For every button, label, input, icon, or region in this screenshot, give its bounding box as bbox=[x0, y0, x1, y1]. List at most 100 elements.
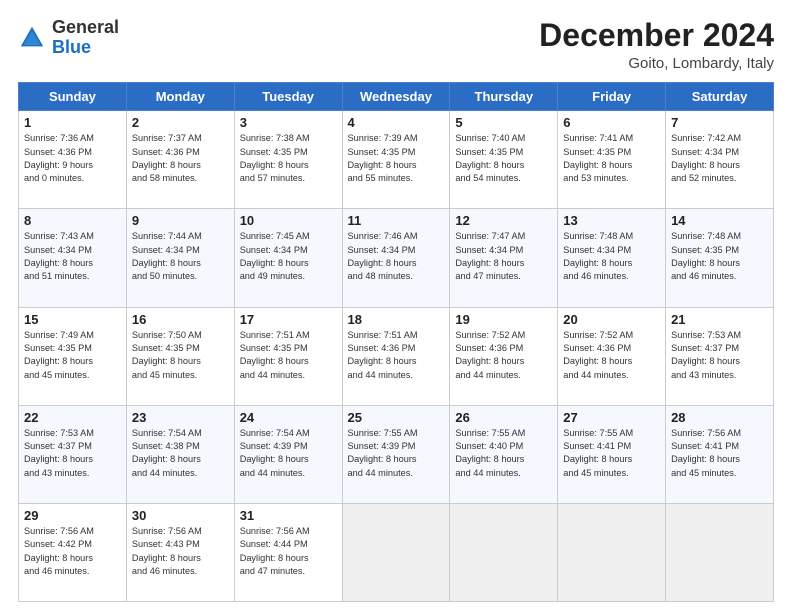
day-info: Sunrise: 7:56 AM Sunset: 4:43 PM Dayligh… bbox=[132, 525, 229, 578]
day-number: 15 bbox=[24, 312, 121, 327]
day-info: Sunrise: 7:53 AM Sunset: 4:37 PM Dayligh… bbox=[24, 427, 121, 480]
day-number: 1 bbox=[24, 115, 121, 130]
calendar-cell bbox=[450, 503, 558, 601]
day-of-week-tuesday: Tuesday bbox=[234, 83, 342, 111]
calendar-cell: 6 Sunrise: 7:41 AM Sunset: 4:35 PM Daylig… bbox=[558, 111, 666, 209]
day-info: Sunrise: 7:45 AM Sunset: 4:34 PM Dayligh… bbox=[240, 230, 337, 283]
day-info: Sunrise: 7:41 AM Sunset: 4:35 PM Dayligh… bbox=[563, 132, 660, 185]
calendar-cell: 22 Sunrise: 7:53 AM Sunset: 4:37 PM Dayli… bbox=[19, 405, 127, 503]
day-number: 2 bbox=[132, 115, 229, 130]
calendar-cell: 5Sunrise: 7:40 AM Sunset: 4:35 PM Daylig… bbox=[450, 111, 558, 209]
calendar-cell: 21Sunrise: 7:53 AM Sunset: 4:37 PM Dayli… bbox=[666, 307, 774, 405]
calendar-cell bbox=[342, 503, 450, 601]
calendar-cell: 8 Sunrise: 7:43 AM Sunset: 4:34 PM Daylig… bbox=[19, 209, 127, 307]
day-number: 13 bbox=[563, 213, 660, 228]
day-number: 31 bbox=[240, 508, 337, 523]
day-number: 29 bbox=[24, 508, 121, 523]
calendar-cell: 15 Sunrise: 7:49 AM Sunset: 4:35 PM Dayli… bbox=[19, 307, 127, 405]
day-info: Sunrise: 7:43 AM Sunset: 4:34 PM Dayligh… bbox=[24, 230, 121, 283]
day-number: 6 bbox=[563, 115, 660, 130]
day-info: Sunrise: 7:55 AM Sunset: 4:41 PM Dayligh… bbox=[563, 427, 660, 480]
calendar-cell: 24 Sunrise: 7:54 AM Sunset: 4:39 PM Dayli… bbox=[234, 405, 342, 503]
day-of-week-saturday: Saturday bbox=[666, 83, 774, 111]
day-number: 25 bbox=[348, 410, 445, 425]
day-info: Sunrise: 7:51 AM Sunset: 4:36 PM Dayligh… bbox=[348, 329, 445, 382]
calendar-cell: 27 Sunrise: 7:55 AM Sunset: 4:41 PM Dayli… bbox=[558, 405, 666, 503]
calendar-cell: 23Sunrise: 7:54 AM Sunset: 4:38 PM Dayli… bbox=[126, 405, 234, 503]
calendar-cell: 4 Sunrise: 7:39 AM Sunset: 4:35 PM Daylig… bbox=[342, 111, 450, 209]
day-of-week-wednesday: Wednesday bbox=[342, 83, 450, 111]
calendar-cell: 19 Sunrise: 7:52 AM Sunset: 4:36 PM Dayli… bbox=[450, 307, 558, 405]
calendar-week-row: 29 Sunrise: 7:56 AM Sunset: 4:42 PM Dayli… bbox=[19, 503, 774, 601]
calendar-cell: 13 Sunrise: 7:48 AM Sunset: 4:34 PM Dayli… bbox=[558, 209, 666, 307]
calendar-cell: 26Sunrise: 7:55 AM Sunset: 4:40 PM Dayli… bbox=[450, 405, 558, 503]
day-number: 17 bbox=[240, 312, 337, 327]
calendar-cell: 7 Sunrise: 7:42 AM Sunset: 4:34 PM Daylig… bbox=[666, 111, 774, 209]
calendar-cell: 25 Sunrise: 7:55 AM Sunset: 4:39 PM Dayli… bbox=[342, 405, 450, 503]
title-block: December 2024 Goito, Lombardy, Italy bbox=[539, 18, 774, 72]
logo-icon bbox=[18, 24, 46, 52]
calendar-cell: 3 Sunrise: 7:38 AM Sunset: 4:35 PM Daylig… bbox=[234, 111, 342, 209]
calendar-cell: 31 Sunrise: 7:56 AM Sunset: 4:44 PM Dayli… bbox=[234, 503, 342, 601]
day-info: Sunrise: 7:44 AM Sunset: 4:34 PM Dayligh… bbox=[132, 230, 229, 283]
calendar-cell: 29 Sunrise: 7:56 AM Sunset: 4:42 PM Dayli… bbox=[19, 503, 127, 601]
calendar-cell: 18 Sunrise: 7:51 AM Sunset: 4:36 PM Dayli… bbox=[342, 307, 450, 405]
day-number: 10 bbox=[240, 213, 337, 228]
day-info: Sunrise: 7:56 AM Sunset: 4:44 PM Dayligh… bbox=[240, 525, 337, 578]
day-of-week-monday: Monday bbox=[126, 83, 234, 111]
day-info: Sunrise: 7:48 AM Sunset: 4:34 PM Dayligh… bbox=[563, 230, 660, 283]
location: Goito, Lombardy, Italy bbox=[539, 55, 774, 72]
day-info: Sunrise: 7:56 AM Sunset: 4:41 PM Dayligh… bbox=[671, 427, 768, 480]
logo: General Blue bbox=[18, 18, 119, 58]
day-number: 8 bbox=[24, 213, 121, 228]
day-info: Sunrise: 7:42 AM Sunset: 4:34 PM Dayligh… bbox=[671, 132, 768, 185]
day-info: Sunrise: 7:52 AM Sunset: 4:36 PM Dayligh… bbox=[455, 329, 552, 382]
day-info: Sunrise: 7:52 AM Sunset: 4:36 PM Dayligh… bbox=[563, 329, 660, 382]
logo-text: General Blue bbox=[52, 18, 119, 58]
day-number: 24 bbox=[240, 410, 337, 425]
header: General Blue December 2024 Goito, Lombar… bbox=[18, 18, 774, 72]
logo-blue: Blue bbox=[52, 37, 91, 57]
day-info: Sunrise: 7:54 AM Sunset: 4:38 PM Dayligh… bbox=[132, 427, 229, 480]
calendar-cell: 1Sunrise: 7:36 AM Sunset: 4:36 PM Daylig… bbox=[19, 111, 127, 209]
day-info: Sunrise: 7:40 AM Sunset: 4:35 PM Dayligh… bbox=[455, 132, 552, 185]
day-number: 27 bbox=[563, 410, 660, 425]
day-info: Sunrise: 7:38 AM Sunset: 4:35 PM Dayligh… bbox=[240, 132, 337, 185]
day-number: 14 bbox=[671, 213, 768, 228]
day-number: 11 bbox=[348, 213, 445, 228]
day-number: 3 bbox=[240, 115, 337, 130]
day-number: 4 bbox=[348, 115, 445, 130]
day-number: 16 bbox=[132, 312, 229, 327]
calendar-week-row: 15 Sunrise: 7:49 AM Sunset: 4:35 PM Dayli… bbox=[19, 307, 774, 405]
day-number: 9 bbox=[132, 213, 229, 228]
day-number: 28 bbox=[671, 410, 768, 425]
logo-general: General bbox=[52, 17, 119, 37]
day-info: Sunrise: 7:50 AM Sunset: 4:35 PM Dayligh… bbox=[132, 329, 229, 382]
calendar-cell bbox=[666, 503, 774, 601]
day-info: Sunrise: 7:55 AM Sunset: 4:39 PM Dayligh… bbox=[348, 427, 445, 480]
day-number: 12 bbox=[455, 213, 552, 228]
calendar-cell: 10 Sunrise: 7:45 AM Sunset: 4:34 PM Dayli… bbox=[234, 209, 342, 307]
calendar-cell: 28 Sunrise: 7:56 AM Sunset: 4:41 PM Dayli… bbox=[666, 405, 774, 503]
day-info: Sunrise: 7:49 AM Sunset: 4:35 PM Dayligh… bbox=[24, 329, 121, 382]
calendar-week-row: 22 Sunrise: 7:53 AM Sunset: 4:37 PM Dayli… bbox=[19, 405, 774, 503]
day-number: 19 bbox=[455, 312, 552, 327]
month-title: December 2024 bbox=[539, 18, 774, 53]
day-of-week-sunday: Sunday bbox=[19, 83, 127, 111]
day-number: 22 bbox=[24, 410, 121, 425]
day-info: Sunrise: 7:56 AM Sunset: 4:42 PM Dayligh… bbox=[24, 525, 121, 578]
day-info: Sunrise: 7:37 AM Sunset: 4:36 PM Dayligh… bbox=[132, 132, 229, 185]
day-number: 7 bbox=[671, 115, 768, 130]
day-info: Sunrise: 7:53 AM Sunset: 4:37 PM Dayligh… bbox=[671, 329, 768, 382]
day-number: 18 bbox=[348, 312, 445, 327]
calendar-cell: 12Sunrise: 7:47 AM Sunset: 4:34 PM Dayli… bbox=[450, 209, 558, 307]
day-of-week-thursday: Thursday bbox=[450, 83, 558, 111]
day-info: Sunrise: 7:54 AM Sunset: 4:39 PM Dayligh… bbox=[240, 427, 337, 480]
day-of-week-friday: Friday bbox=[558, 83, 666, 111]
calendar-cell: 14Sunrise: 7:48 AM Sunset: 4:35 PM Dayli… bbox=[666, 209, 774, 307]
calendar-table: SundayMondayTuesdayWednesdayThursdayFrid… bbox=[18, 82, 774, 602]
calendar-cell: 9 Sunrise: 7:44 AM Sunset: 4:34 PM Daylig… bbox=[126, 209, 234, 307]
day-info: Sunrise: 7:39 AM Sunset: 4:35 PM Dayligh… bbox=[348, 132, 445, 185]
calendar-week-row: 1Sunrise: 7:36 AM Sunset: 4:36 PM Daylig… bbox=[19, 111, 774, 209]
calendar-cell: 17Sunrise: 7:51 AM Sunset: 4:35 PM Dayli… bbox=[234, 307, 342, 405]
